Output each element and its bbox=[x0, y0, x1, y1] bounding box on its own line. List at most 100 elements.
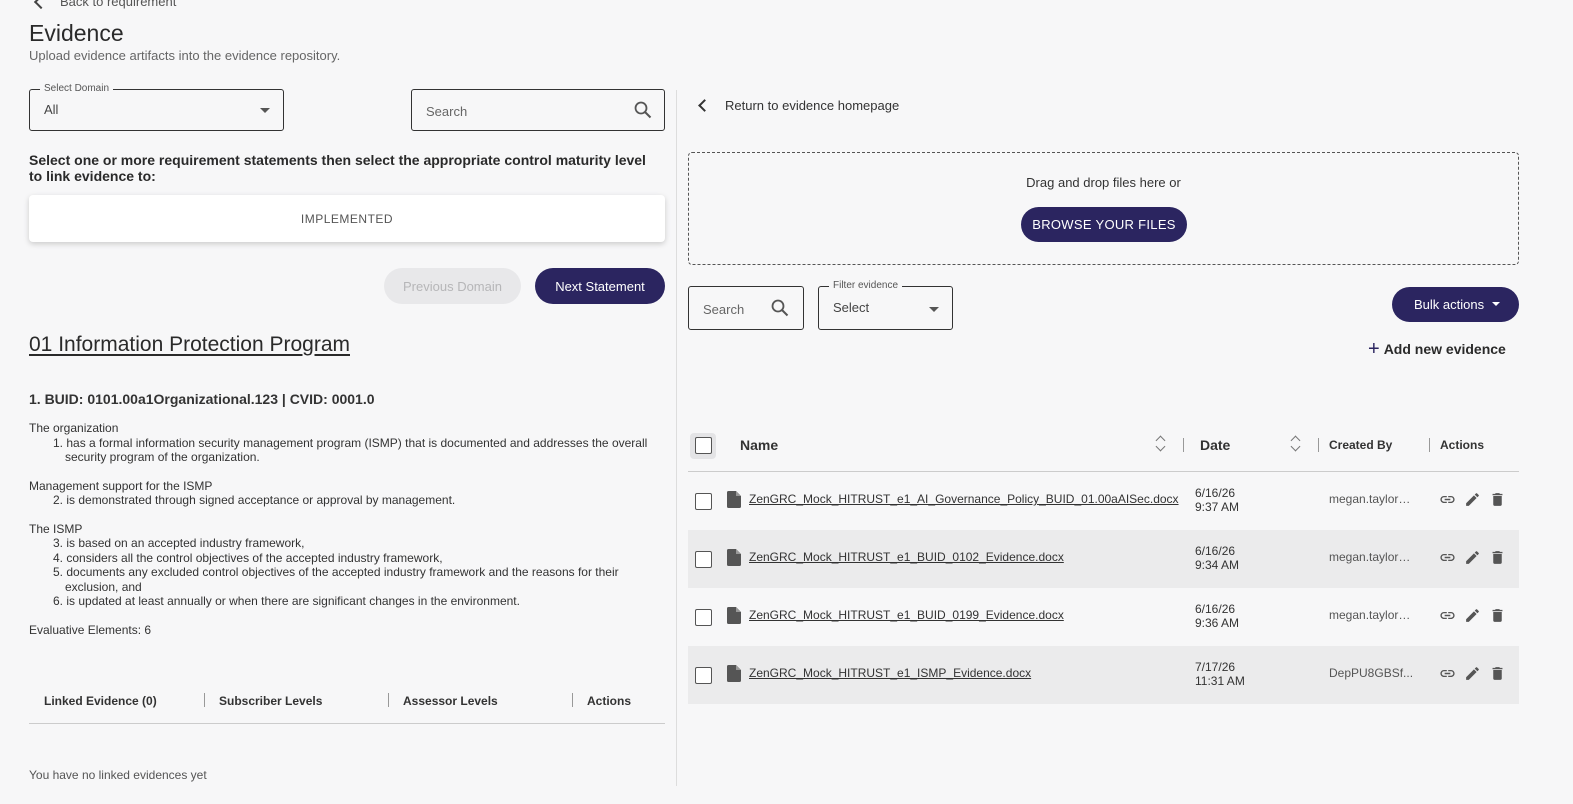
row-actions bbox=[1439, 491, 1506, 511]
chevron-left-icon bbox=[33, 0, 49, 9]
col-name[interactable]: Name bbox=[740, 437, 778, 453]
search-icon bbox=[634, 101, 652, 124]
filter-evidence-value: Select bbox=[833, 300, 870, 315]
link-icon[interactable] bbox=[1439, 665, 1456, 685]
group-heading: The ISMP bbox=[29, 521, 83, 536]
add-new-evidence-button[interactable]: + Add new evidence bbox=[1368, 338, 1506, 360]
domain-section-title[interactable]: 01 Information Protection Program bbox=[29, 333, 350, 357]
return-to-evidence-homepage-link[interactable]: Return to evidence homepage bbox=[697, 98, 899, 113]
date-value: 6/16/26 bbox=[1195, 602, 1236, 616]
created-by: DepPU8GBSf... bbox=[1329, 666, 1414, 680]
delete-icon[interactable] bbox=[1489, 549, 1506, 569]
row-actions bbox=[1439, 607, 1506, 627]
domain-select-value: All bbox=[44, 102, 59, 117]
column-divider bbox=[388, 693, 389, 707]
requirement-item: 5. documents any excluded control object… bbox=[53, 565, 619, 594]
file-name-link[interactable]: ZenGRC_Mock_HITRUST_e1_ISMP_Evidence.doc… bbox=[749, 666, 1031, 680]
column-divider bbox=[1318, 438, 1319, 452]
search-icon bbox=[771, 299, 789, 322]
sort-icon[interactable] bbox=[1291, 434, 1301, 454]
dropdown-caret-icon bbox=[260, 108, 270, 113]
next-statement-button[interactable]: Next Statement bbox=[535, 268, 665, 304]
link-icon[interactable] bbox=[1439, 491, 1456, 511]
requirement-id: 1. BUID: 0101.00a1Organizational.123 | C… bbox=[29, 391, 375, 407]
edit-icon[interactable] bbox=[1464, 491, 1481, 511]
edit-icon[interactable] bbox=[1464, 665, 1481, 685]
page-title: Evidence bbox=[29, 20, 124, 46]
table-row[interactable]: ZenGRC_Mock_HITRUST_e1_AI_Governance_Pol… bbox=[688, 472, 1519, 530]
row-checkbox[interactable] bbox=[695, 493, 712, 510]
browse-files-button[interactable]: BROWSE YOUR FILES bbox=[1021, 207, 1187, 242]
dropzone-text: Drag and drop files here or bbox=[1026, 175, 1181, 190]
requirement-group: The ISMP 3. is based on an accepted indu… bbox=[29, 522, 665, 609]
group-heading: The organization bbox=[29, 421, 119, 435]
panel-divider bbox=[676, 90, 677, 786]
col-date[interactable]: Date bbox=[1200, 437, 1230, 453]
row-actions bbox=[1439, 665, 1506, 685]
file-date: 6/16/26 9:34 AM bbox=[1195, 544, 1239, 572]
column-divider bbox=[572, 693, 573, 707]
requirement-item: 2. is demonstrated through signed accept… bbox=[53, 493, 456, 507]
filter-evidence-label: Filter evidence bbox=[829, 280, 903, 291]
created-by: megan.taylor@zengrc.com bbox=[1329, 492, 1415, 506]
evidence-table: Name Date Created By Actions ZenGRC_Mock… bbox=[688, 420, 1519, 704]
evidence-table-header: Name Date Created By Actions bbox=[688, 420, 1519, 472]
time-value: 9:36 AM bbox=[1195, 616, 1240, 630]
file-name-link[interactable]: ZenGRC_Mock_HITRUST_e1_BUID_0199_Evidenc… bbox=[749, 608, 1064, 622]
maturity-level-implemented[interactable]: IMPLEMENTED bbox=[29, 195, 665, 242]
evidence-search-input[interactable]: Search bbox=[688, 286, 804, 330]
caret-down-icon bbox=[1492, 302, 1500, 306]
chevron-left-icon bbox=[698, 99, 711, 112]
plus-icon: + bbox=[1368, 338, 1380, 360]
requirement-item: 6. is updated at least annually or when … bbox=[53, 594, 520, 608]
back-to-requirement-link[interactable]: Back to requirement bbox=[33, 0, 177, 9]
row-checkbox[interactable] bbox=[695, 551, 712, 568]
statement-search-input[interactable]: Search bbox=[411, 89, 665, 131]
col-actions: Actions bbox=[1440, 438, 1485, 452]
delete-icon[interactable] bbox=[1489, 491, 1506, 511]
search-placeholder: Search bbox=[426, 104, 468, 119]
time-value: 9:34 AM bbox=[1195, 558, 1240, 572]
requirement-group: Management support for the ISMP 2. is de… bbox=[29, 479, 665, 508]
select-all-checkbox[interactable] bbox=[695, 437, 712, 454]
back-link-label: Back to requirement bbox=[60, 0, 177, 9]
link-icon[interactable] bbox=[1439, 549, 1456, 569]
requirement-item: 4. considers all the control objectives … bbox=[53, 550, 443, 565]
group-heading: Management support for the ISMP bbox=[29, 478, 213, 493]
link-icon[interactable] bbox=[1439, 607, 1456, 627]
time-value: 9:37 AM bbox=[1195, 500, 1240, 514]
row-checkbox[interactable] bbox=[695, 609, 712, 626]
add-new-evidence-label: Add new evidence bbox=[1383, 341, 1506, 357]
requirement-item: 1. has a formal information security man… bbox=[53, 435, 648, 465]
domain-select-label: Select Domain bbox=[40, 83, 114, 94]
table-row[interactable]: ZenGRC_Mock_HITRUST_e1_ISMP_Evidence.doc… bbox=[688, 646, 1519, 704]
file-date: 7/17/26 11:31 AM bbox=[1195, 660, 1245, 688]
file-dropzone[interactable]: Drag and drop files here or BROWSE YOUR … bbox=[688, 152, 1519, 265]
filter-evidence-select[interactable]: Filter evidence Select bbox=[818, 280, 953, 330]
file-icon bbox=[727, 549, 741, 569]
delete-icon[interactable] bbox=[1489, 607, 1506, 627]
bulk-actions-button[interactable]: Bulk actions bbox=[1392, 287, 1519, 322]
col-assessor-levels: Assessor Levels bbox=[403, 694, 498, 708]
file-name-link[interactable]: ZenGRC_Mock_HITRUST_e1_AI_Governance_Pol… bbox=[749, 492, 1179, 506]
column-divider bbox=[1183, 438, 1184, 452]
file-name-link[interactable]: ZenGRC_Mock_HITRUST_e1_BUID_0102_Evidenc… bbox=[749, 550, 1064, 564]
sort-icon[interactable] bbox=[1156, 434, 1166, 454]
file-date: 6/16/26 9:37 AM bbox=[1195, 486, 1239, 514]
page-subtitle: Upload evidence artifacts into the evide… bbox=[29, 48, 341, 63]
edit-icon[interactable] bbox=[1464, 549, 1481, 569]
table-row[interactable]: ZenGRC_Mock_HITRUST_e1_BUID_0199_Evidenc… bbox=[688, 588, 1519, 646]
linked-evidence-table-header: Linked Evidence (0) Subscriber Levels As… bbox=[29, 688, 665, 724]
file-icon bbox=[727, 491, 741, 511]
bulk-actions-label: Bulk actions bbox=[1414, 297, 1485, 312]
domain-select[interactable]: Select Domain All bbox=[29, 83, 284, 131]
return-link-label: Return to evidence homepage bbox=[725, 98, 900, 113]
file-icon bbox=[727, 607, 741, 627]
table-row[interactable]: ZenGRC_Mock_HITRUST_e1_BUID_0102_Evidenc… bbox=[688, 530, 1519, 588]
requirement-statement: The organization 1. has a formal informa… bbox=[29, 421, 665, 637]
previous-domain-button[interactable]: Previous Domain bbox=[384, 268, 521, 304]
col-linked-evidence: Linked Evidence (0) bbox=[44, 694, 157, 708]
edit-icon[interactable] bbox=[1464, 607, 1481, 627]
row-checkbox[interactable] bbox=[695, 667, 712, 684]
delete-icon[interactable] bbox=[1489, 665, 1506, 685]
